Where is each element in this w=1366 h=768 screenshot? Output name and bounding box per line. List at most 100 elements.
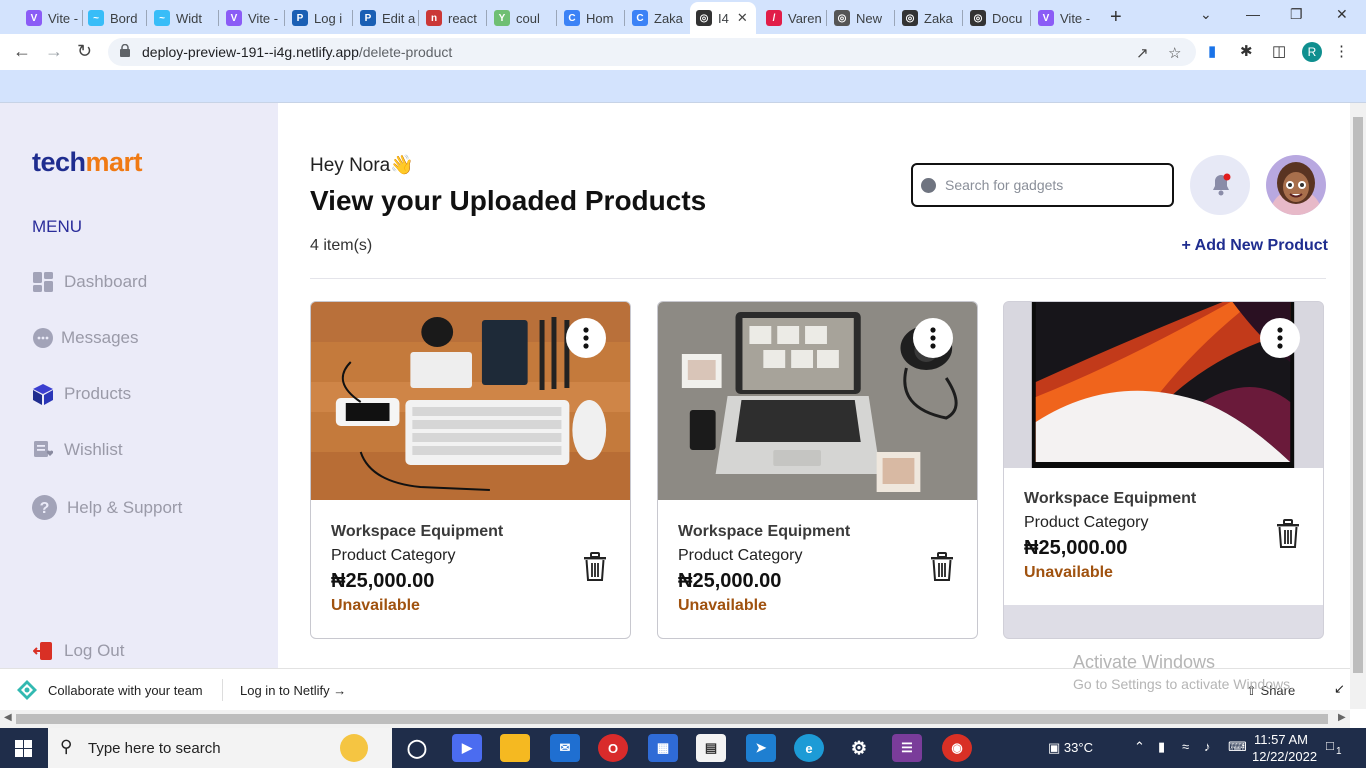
product-card[interactable]: Workspace Equipment Product Category ₦25… bbox=[310, 301, 631, 639]
windows-start-icon[interactable] bbox=[15, 740, 32, 757]
browser-tab[interactable]: ◎ Zaka bbox=[896, 4, 960, 32]
address-bar[interactable]: deploy-preview-191--i4g.netlify.app/dele… bbox=[108, 38, 1196, 66]
winrar-icon[interactable]: ☰ bbox=[892, 734, 922, 762]
mail-app-icon[interactable]: ✉ bbox=[550, 734, 580, 762]
weather-widget[interactable]: ▣ 33°C bbox=[1048, 740, 1093, 756]
profile-avatar[interactable]: R bbox=[1302, 42, 1322, 62]
forward-icon[interactable]: → bbox=[45, 41, 63, 62]
bookmark-star-icon[interactable]: ☆ bbox=[1168, 44, 1181, 62]
task-view-icon[interactable]: ◯ bbox=[402, 734, 432, 762]
browser-tab[interactable]: P Edit a bbox=[354, 4, 416, 32]
share-page-icon[interactable]: ↗ bbox=[1136, 44, 1149, 62]
file-explorer-icon[interactable] bbox=[500, 734, 530, 762]
extensions-puzzle-icon[interactable]: ✱ bbox=[1240, 42, 1253, 60]
collapse-icon[interactable]: ↙ bbox=[1334, 681, 1345, 697]
clock-date[interactable]: 12/22/2022 bbox=[1252, 749, 1317, 764]
sidebar-item-wishlist[interactable]: Wishlist bbox=[32, 439, 123, 461]
edge-browser-icon[interactable]: e bbox=[794, 734, 824, 762]
notifications-icon[interactable]: □ bbox=[1326, 738, 1334, 753]
waving-hand-icon: 👋 bbox=[390, 155, 414, 176]
microsoft-store-icon[interactable]: ▦ bbox=[648, 734, 678, 762]
battery-icon[interactable]: ▮ bbox=[1158, 739, 1165, 755]
browser-tab[interactable]: ~ Widt bbox=[148, 4, 216, 32]
volume-icon[interactable]: ♪ bbox=[1204, 739, 1211, 754]
scrollbar-thumb[interactable] bbox=[1353, 117, 1363, 673]
sidebar-item-dashboard[interactable]: Dashboard bbox=[32, 271, 147, 293]
opera-browser-icon[interactable]: O bbox=[598, 734, 628, 762]
lock-icon bbox=[120, 44, 130, 57]
tab-separator bbox=[486, 10, 487, 26]
tab-search-icon[interactable]: ⌄ bbox=[1200, 6, 1212, 23]
browser-tab[interactable]: V Vite - bbox=[20, 4, 80, 32]
browser-tab[interactable]: Ycoul bbox=[488, 4, 554, 32]
browser-tab[interactable]: / Varen bbox=[760, 4, 824, 32]
tab-separator bbox=[826, 10, 827, 26]
minimize-icon[interactable]: — bbox=[1246, 6, 1260, 22]
scrollbar-thumb[interactable] bbox=[16, 714, 1328, 724]
clock-time[interactable]: 11:57 AM bbox=[1254, 732, 1308, 747]
delete-trash-icon[interactable] bbox=[1275, 519, 1301, 549]
tab-favicon-icon: Y bbox=[494, 10, 510, 26]
show-hidden-icons-icon[interactable]: ⌃ bbox=[1134, 739, 1145, 755]
sidebar-item-help-support[interactable]: ? Help & Support bbox=[32, 495, 182, 520]
product-card[interactable]: Workspace Equipment Product Category ₦25… bbox=[1003, 301, 1324, 639]
browser-tab[interactable]: V Vite - bbox=[220, 4, 282, 32]
tab-label: Zaka bbox=[654, 10, 683, 26]
bell-icon bbox=[1213, 173, 1231, 196]
logout-button[interactable]: Log Out bbox=[32, 640, 125, 662]
tab-label: Zaka bbox=[924, 10, 953, 26]
browser-tab[interactable]: C Zaka bbox=[626, 4, 688, 32]
wifi-icon[interactable]: ≈ bbox=[1182, 739, 1189, 754]
new-tab-icon[interactable]: + bbox=[1110, 6, 1122, 29]
browser-tab[interactable]: ◎ New bbox=[828, 4, 892, 32]
settings-gear-icon[interactable]: ⚙ bbox=[844, 734, 874, 762]
vertical-scrollbar[interactable] bbox=[1350, 103, 1366, 709]
browser-tab[interactable]: P Log i bbox=[286, 4, 350, 32]
back-icon[interactable]: ← bbox=[13, 41, 31, 62]
notifications-button[interactable] bbox=[1190, 155, 1250, 215]
browser-tab[interactable]: ◎ I4 ✕ bbox=[690, 2, 756, 34]
scroll-left-icon[interactable]: ◀ bbox=[4, 712, 12, 723]
browser-tab[interactable]: n react bbox=[420, 4, 484, 32]
search-input[interactable] bbox=[945, 175, 1165, 195]
more-options-button[interactable] bbox=[913, 318, 953, 358]
notepad-icon[interactable]: ▤ bbox=[696, 734, 726, 762]
zoom-app-icon[interactable]: ▶ bbox=[452, 734, 482, 762]
product-card[interactable]: Workspace Equipment Product Category ₦25… bbox=[657, 301, 978, 639]
user-avatar[interactable] bbox=[1266, 155, 1326, 215]
delete-trash-icon[interactable] bbox=[582, 552, 608, 582]
arrow-right-icon: → bbox=[333, 683, 347, 698]
tab-separator bbox=[962, 10, 963, 26]
vscode-icon[interactable]: ➤ bbox=[746, 734, 776, 762]
browser-menu-icon[interactable]: ⋮ bbox=[1334, 42, 1349, 60]
sidebar-item-messages[interactable]: Messages bbox=[32, 327, 138, 349]
sidebar-item-label: Messages bbox=[61, 328, 139, 347]
tab-favicon-icon: ◎ bbox=[696, 10, 712, 26]
collaborate-link[interactable]: Collaborate with your team bbox=[48, 683, 203, 698]
scroll-right-icon[interactable]: ▶ bbox=[1338, 712, 1346, 723]
browser-tab[interactable]: V Vite - bbox=[1032, 4, 1094, 32]
sidebar-item-products[interactable]: Products bbox=[32, 383, 131, 405]
close-window-icon[interactable]: ✕ bbox=[1336, 6, 1348, 23]
techmart-logo[interactable]: techmart bbox=[32, 147, 143, 178]
reload-icon[interactable]: ↻ bbox=[77, 41, 92, 62]
netlify-login-link[interactable]: Log in to Netlify → bbox=[240, 683, 346, 698]
delete-trash-icon[interactable] bbox=[929, 552, 955, 582]
tab-favicon-icon: ~ bbox=[88, 10, 104, 26]
browser-tab[interactable]: ~ Bord bbox=[82, 4, 144, 32]
side-panel-icon[interactable]: ◫ bbox=[1272, 42, 1286, 60]
language-icon[interactable]: ⌨ bbox=[1228, 739, 1247, 755]
maximize-icon[interactable]: ❐ bbox=[1290, 6, 1303, 23]
avatar-icon bbox=[1270, 162, 1322, 215]
more-options-button[interactable] bbox=[1260, 318, 1300, 358]
extension-app-icon[interactable]: ▮ bbox=[1208, 42, 1216, 60]
tab-favicon-icon: / bbox=[766, 10, 782, 26]
more-options-button[interactable] bbox=[566, 318, 606, 358]
chrome-browser-icon[interactable]: ◉ bbox=[942, 734, 972, 762]
close-tab-icon[interactable]: ✕ bbox=[737, 10, 748, 26]
browser-tab[interactable]: ◎ Docu bbox=[964, 4, 1028, 32]
add-new-product-button[interactable]: + Add New Product bbox=[1178, 237, 1328, 255]
horizontal-scrollbar[interactable]: ◀ ▶ bbox=[0, 710, 1350, 728]
browser-tab[interactable]: C Hom bbox=[558, 4, 622, 32]
taskbar-search-box[interactable]: ⚲ Type here to search bbox=[48, 728, 392, 768]
